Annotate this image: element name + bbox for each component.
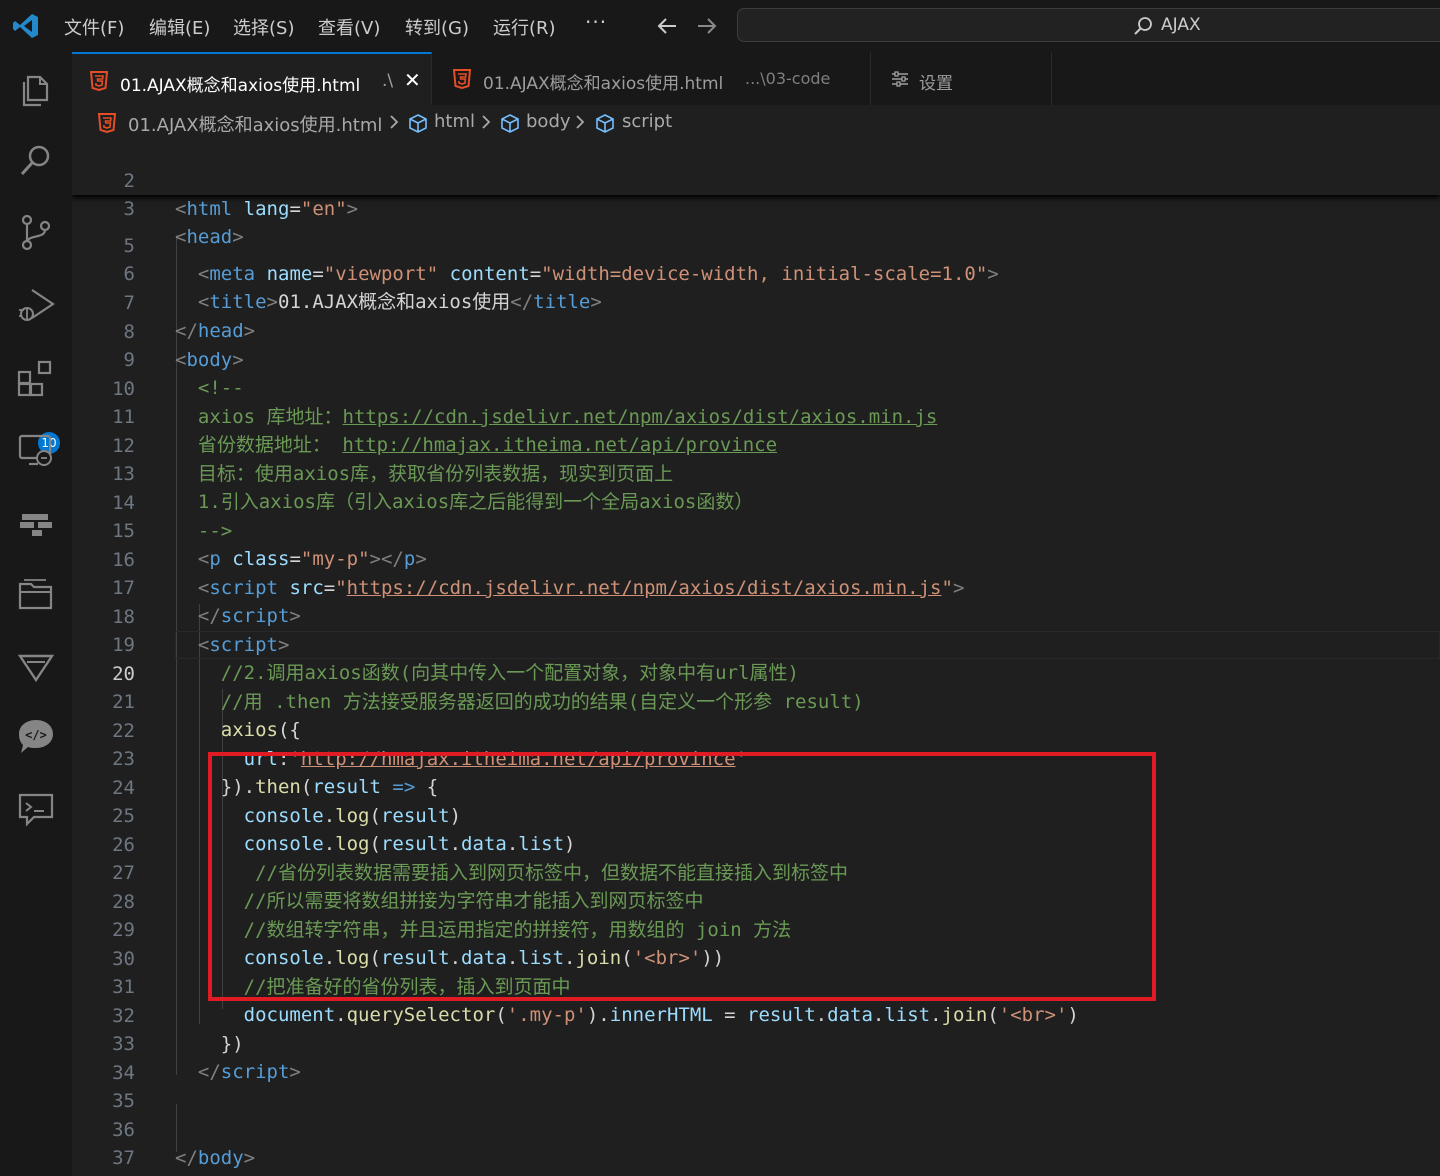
menu-selection[interactable]: 选择(S)	[233, 14, 294, 40]
search-icon	[1134, 17, 1152, 35]
code-line: 3 <head>	[72, 167, 1440, 248]
tab-path-suffix: ...\03-code	[745, 69, 831, 88]
code-line: 7 </head>	[72, 261, 1440, 342]
symbol-element-icon	[501, 114, 519, 133]
tab-settings[interactable]: 设置	[871, 52, 1052, 105]
tab-close-button[interactable]: ✕	[404, 68, 421, 92]
code-line: 19 //2.调用axios函数(向其中传入一个配置对象，对象中有url属性)	[72, 603, 1440, 684]
html5-file-icon	[98, 113, 116, 133]
code-line: 22 url:'http://hmajax.itheima.net/api/pr…	[72, 689, 1440, 770]
run-debug-icon[interactable]	[16, 284, 56, 324]
remote-explorer-icon[interactable]	[16, 430, 56, 470]
breadcrumb-script[interactable]: script	[622, 111, 672, 132]
code-line: 11 省份数据地址： http://hmajax.itheima.net/api…	[72, 375, 1440, 456]
tab-ajax-html-active[interactable]: 01.AJAX概念和axios使用.html .\ ✕	[72, 52, 432, 105]
tab-label: 01.AJAX概念和axios使用.html	[120, 76, 361, 96]
chat-icon[interactable]: </>	[16, 717, 56, 757]
search-icon[interactable]	[16, 140, 56, 180]
symbol-element-icon	[409, 114, 427, 133]
command-center-text: AJAX	[1161, 15, 1201, 35]
command-center-search[interactable]: AJAX	[737, 8, 1440, 42]
code-line: 10 axios 库地址：https://cdn.jsdelivr.net/np…	[72, 347, 1440, 428]
code-line-active: 20 //用 .then 方法接受服务器返回的成功的结果(自定义一个形参 res…	[72, 632, 1440, 713]
code-line: 36 </body>	[72, 1088, 1440, 1169]
settings-sliders-icon	[892, 71, 908, 87]
breadcrumb-body[interactable]: body	[526, 111, 571, 132]
tab-label: 设置	[919, 74, 953, 94]
svg-text:</>: </>	[25, 728, 47, 742]
menu-more-button[interactable]: ···	[585, 10, 607, 34]
menu-edit[interactable]: 编辑(E)	[149, 14, 210, 40]
activity-bar: 10 </>	[0, 52, 72, 1176]
folders-icon[interactable]	[16, 574, 56, 614]
menu-go[interactable]: 转到(G)	[405, 14, 469, 40]
code-line: 23 }).then(result => {	[72, 717, 1440, 798]
feedback-icon[interactable]	[16, 789, 56, 829]
title-bar: 文件(F) 编辑(E) 选择(S) 查看(V) 转到(G) 运行(R) ··· …	[0, 0, 1440, 52]
tab-path-suffix: .\	[382, 71, 394, 91]
code-line: 12 目标：使用axios库，获取省份列表数据，现实到页面上	[72, 404, 1440, 485]
code-line: 34	[72, 1031, 1440, 1084]
menu-run[interactable]: 运行(R)	[493, 14, 556, 40]
menu-file[interactable]: 文件(F)	[64, 14, 124, 40]
highlight-annotation-box	[208, 752, 1156, 1001]
breadcrumb-html[interactable]: html	[434, 111, 475, 132]
code-line: 14 -->	[72, 461, 1440, 542]
docker-icon[interactable]	[16, 502, 56, 542]
line-number: 37	[112, 1147, 135, 1169]
code-line: 37 </html>	[72, 1116, 1440, 1176]
editor-tab-bar: 01.AJAX概念和axios使用.html .\ ✕ 01.AJAX概念和ax…	[72, 52, 1440, 105]
symbol-element-icon	[596, 114, 614, 133]
code-editor[interactable]: 2 <html lang="en"> 3 <head> 5 <meta name…	[72, 141, 1440, 1176]
code-line: 16 <script src="https://cdn.jsdelivr.net…	[72, 518, 1440, 599]
chevron-right-icon	[390, 115, 399, 129]
code-line: 17 </script>	[72, 546, 1440, 627]
tab-label: 01.AJAX概念和axios使用.html	[483, 74, 724, 94]
code-line: 15 <p class="my-p"></p>	[72, 489, 1440, 570]
chevron-right-icon	[482, 115, 491, 129]
breadcrumb: 01.AJAX概念和axios使用.html html body script	[72, 105, 1440, 141]
html5-file-icon	[90, 71, 108, 91]
explorer-icon[interactable]	[16, 69, 56, 109]
code-line: 35	[72, 1059, 1440, 1112]
chevron-right-icon	[576, 115, 585, 129]
code-line: 2 <html lang="en">	[72, 141, 1440, 220]
vscode-logo-icon	[13, 14, 38, 38]
line-number: 3	[123, 198, 135, 220]
html5-file-icon	[453, 69, 471, 89]
arrow-right-icon[interactable]	[694, 14, 720, 38]
tab-ajax-html-other[interactable]: 01.AJAX概念和axios使用.html ...\03-code	[435, 52, 871, 105]
code-line: 6 <title>01.AJAX概念和axios使用</title>	[72, 232, 1440, 313]
code-line: 33 </script>	[72, 1002, 1440, 1083]
extensions-icon[interactable]	[16, 358, 56, 398]
sticky-scroll: 2 <html lang="en"> 3 <head>	[72, 141, 1440, 248]
arrow-left-icon[interactable]	[654, 14, 680, 38]
code-line: 9 <!--	[72, 318, 1440, 399]
breadcrumb-file[interactable]: 01.AJAX概念和axios使用.html	[128, 111, 382, 137]
code-line: 18 <script>	[72, 575, 1440, 656]
code-line: 21 axios({	[72, 660, 1440, 741]
menu-view[interactable]: 查看(V)	[318, 14, 380, 40]
filter-icon[interactable]	[16, 646, 56, 686]
source-control-icon[interactable]	[16, 212, 56, 252]
code-line: 8 <body>	[72, 290, 1440, 371]
code-line: 13 1.引入axios库（引入axios库之后能得到一个全局axios函数）	[72, 432, 1440, 513]
